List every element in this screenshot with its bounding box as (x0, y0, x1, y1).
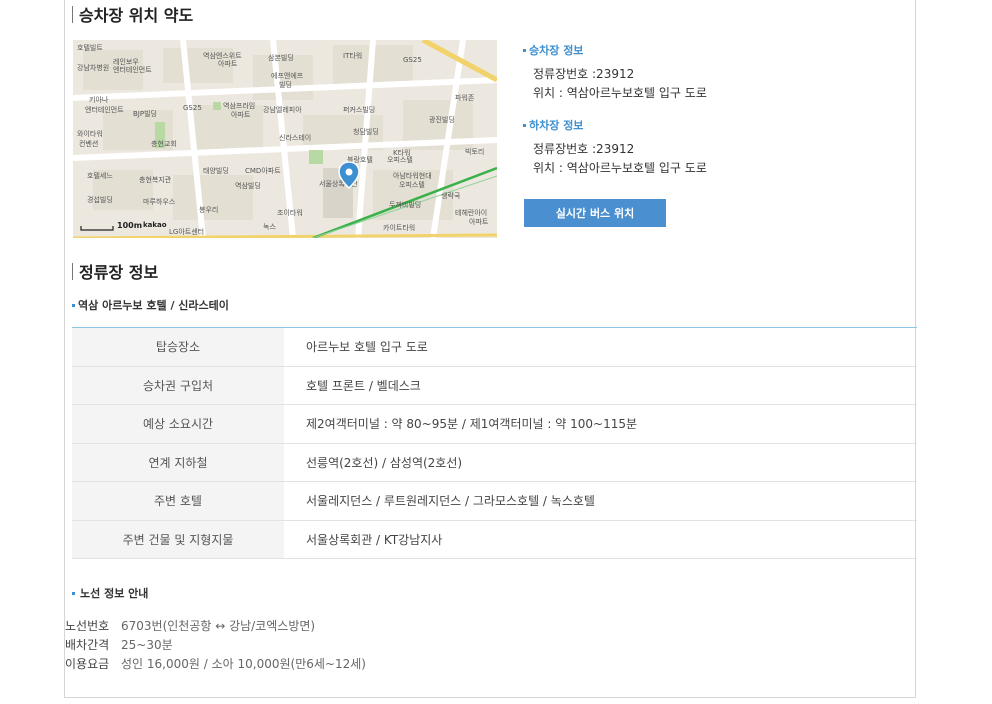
svg-text:빅토리: 빅토리 (465, 147, 484, 156)
svg-text:에프앤에프: 에프앤에프 (271, 71, 304, 80)
boarding-location: 위치 : 역삼아르누보호텔 입구 도로 (533, 86, 707, 100)
svg-text:레인보우: 레인보우 (113, 57, 139, 66)
svg-text:GS25: GS25 (183, 104, 202, 112)
svg-text:아파트: 아파트 (469, 217, 489, 226)
svg-text:테헤란아이: 테헤란아이 (455, 208, 487, 217)
svg-text:아파트: 아파트 (218, 59, 238, 68)
table-row-key: 승차권 구입처 (72, 366, 284, 405)
table-row-key: 주변 건물 및 지형지물 (72, 520, 284, 559)
table-row-value: 호텔 프론트 / 벨데스크 (284, 366, 917, 405)
table-row: 예상 소요시간 제2여객터미널 : 약 80~95분 / 제1여객터미널 : 약… (72, 404, 917, 444)
route-row-value: 성인 16,000원 / 소아 10,000원(만6세~12세) (121, 657, 366, 671)
table-row-key: 예상 소요시간 (72, 404, 284, 444)
table-row-value: 서울레지던스 / 루트원레지던스 / 그라모스호텔 / 녹스호텔 (284, 481, 917, 521)
svg-text:GS25: GS25 (403, 56, 422, 64)
map-scale-label: 100m (117, 221, 143, 230)
svg-text:아파트: 아파트 (231, 110, 251, 119)
table-row: 주변 호텔 서울레지던스 / 루트원레지던스 / 그라모스호텔 / 녹스호텔 (72, 481, 917, 521)
route-info: 노선번호 6703번(인천공항 ↔ 강남/코엑스방면) 배차간격 25~30분 … (65, 617, 366, 674)
svg-text:충현복지관: 충현복지관 (139, 175, 172, 184)
svg-text:녹스: 녹스 (263, 223, 276, 231)
svg-text:CMD아파트: CMD아파트 (245, 166, 281, 175)
svg-text:두꺼비빌딩: 두꺼비빌딩 (389, 200, 421, 209)
svg-text:LG아트센터: LG아트센터 (169, 227, 204, 236)
svg-text:광진빌딩: 광진빌딩 (429, 115, 455, 124)
svg-text:아남타워현대: 아남타워현대 (393, 171, 432, 180)
svg-text:오피스텔: 오피스텔 (387, 155, 413, 164)
route-row-value: 25~30분 (121, 638, 173, 652)
svg-text:호텔빌트: 호텔빌트 (77, 44, 103, 52)
boarding-stop-number: 정류장번호 :23912 (533, 67, 635, 81)
table-row: 연계 지하철 선릉역(2호선) / 삼성역(2호선) (72, 443, 917, 482)
svg-text:강남엘레피아: 강남엘레피아 (263, 105, 302, 114)
map-canvas[interactable]: 호텔빌트 레인보우 역삼엔스위트 삼본빌딩 IT타워 GS25 강남차병원 엔터… (73, 40, 497, 238)
svg-text:키아나: 키아나 (89, 95, 109, 104)
table-row-value: 제2여객터미널 : 약 80~95분 / 제1여객터미널 : 약 100~115… (284, 404, 917, 444)
table-row: 승차권 구입처 호텔 프론트 / 벨데스크 (72, 366, 917, 405)
stop-info-section-title: 정류장 정보 (72, 259, 158, 283)
route-info-title: 노선 정보 안내 (72, 585, 148, 601)
svg-text:신라스테이: 신라스테이 (279, 133, 311, 142)
realtime-bus-location-button[interactable]: 실시간 버스 위치 (524, 199, 666, 227)
table-row-value: 선릉역(2호선) / 삼성역(2호선) (284, 443, 917, 482)
svg-text:파워존: 파워존 (455, 93, 475, 102)
svg-text:역삼빌딩: 역삼빌딩 (235, 181, 261, 190)
route-row: 노선번호 6703번(인천공항 ↔ 강남/코엑스방면) (65, 617, 366, 636)
svg-text:컨벤션: 컨벤션 (79, 139, 98, 148)
svg-text:역삼엔스위트: 역삼엔스위트 (203, 51, 242, 60)
boarding-info-title: 승차장 정보 (523, 42, 903, 58)
table-row-key: 주변 호텔 (72, 481, 284, 521)
svg-text:생략국: 생략국 (441, 191, 461, 200)
svg-text:충현교회: 충현교회 (151, 139, 177, 148)
stop-info-summary: 승차장 정보 정류장번호 :23912 위치 : 역삼아르누보호텔 입구 도로 … (523, 42, 903, 178)
svg-text:삼본빌딩: 삼본빌딩 (268, 53, 294, 62)
table-row: 주변 건물 및 지형지물 서울상록회관 / KT강남지사 (72, 520, 917, 559)
svg-text:엔터테인먼트: 엔터테인먼트 (85, 105, 124, 114)
alighting-info-title: 하차장 정보 (523, 117, 903, 133)
svg-text:태양빌딩: 태양빌딩 (203, 166, 229, 175)
route-row-key: 이용요금 (65, 657, 110, 671)
svg-text:와이타워: 와이타워 (77, 129, 103, 138)
map-brand-logo: kakao (143, 221, 167, 229)
svg-text:퍼커스빌딩: 퍼커스빌딩 (343, 105, 375, 114)
route-row-key: 노선번호 (65, 619, 110, 633)
route-row-key: 배차간격 (65, 638, 110, 652)
stop-info-table: 탑승장소 아르누보 호텔 입구 도로 승차권 구입처 호텔 프론트 / 벨데스크… (72, 327, 917, 559)
svg-text:호텔세느: 호텔세느 (87, 171, 113, 180)
stop-subtitle: 역삼 아르누보 호텔 / 신라스테이 (72, 297, 229, 313)
alighting-stop-number: 정류장번호 :23912 (533, 142, 635, 156)
svg-text:BJP빌딩: BJP빌딩 (133, 109, 157, 118)
table-row-key: 연계 지하철 (72, 443, 284, 482)
alighting-location: 위치 : 역삼아르누보호텔 입구 도로 (533, 161, 707, 175)
route-row: 이용요금 성인 16,000원 / 소아 10,000원(만6세~12세) (65, 655, 366, 674)
svg-text:역삼프라임: 역삼프라임 (223, 101, 255, 110)
svg-text:엔터테인먼트: 엔터테인먼트 (113, 65, 152, 74)
route-row: 배차간격 25~30분 (65, 636, 366, 655)
svg-text:조이타워: 조이타워 (277, 208, 303, 217)
stop-info-panel: 승차장 위치 약도 호텔빌트 레인보우 역삼엔스위트 삼본빌딩 IT타워 GS2… (64, 0, 917, 698)
table-row-value: 서울상록회관 / KT강남지사 (284, 520, 917, 559)
svg-text:강남차병원: 강남차병원 (77, 63, 109, 72)
location-map[interactable]: 호텔빌트 레인보우 역삼엔스위트 삼본빌딩 IT타워 GS25 강남차병원 엔터… (73, 40, 497, 238)
route-row-value: 6703번(인천공항 ↔ 강남/코엑스방면) (121, 619, 316, 633)
svg-text:마루하우스: 마루하우스 (143, 197, 176, 206)
svg-text:봉우리: 봉우리 (199, 205, 218, 214)
svg-text:경섭빌딩: 경섭빌딩 (87, 195, 113, 204)
svg-text:카이트타워: 카이트타워 (383, 223, 415, 232)
svg-text:IT타워: IT타워 (343, 51, 362, 60)
svg-text:청담빌딩: 청담빌딩 (353, 127, 379, 136)
svg-text:빌딩: 빌딩 (279, 80, 292, 89)
table-row-key: 탑승장소 (72, 327, 284, 367)
table-row: 탑승장소 아르누보 호텔 입구 도로 (72, 327, 917, 367)
table-row-value: 아르누보 호텔 입구 도로 (284, 327, 917, 367)
map-section-title: 승차장 위치 약도 (72, 2, 193, 26)
svg-text:오피스텔: 오피스텔 (399, 180, 425, 189)
